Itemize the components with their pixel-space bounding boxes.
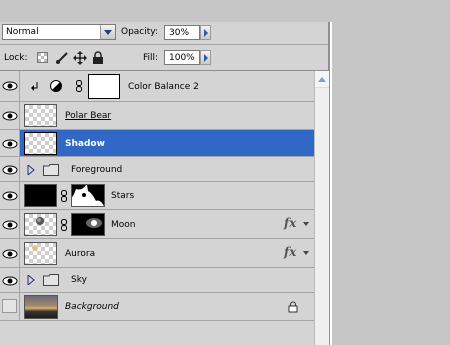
mask-link-chain-icon[interactable] — [61, 219, 67, 231]
clipping-arrow-icon — [31, 82, 38, 91]
fill-value: 100% — [169, 53, 195, 63]
eye-icon — [2, 249, 18, 259]
layer-mask-thumbnail[interactable] — [71, 213, 105, 236]
layer-row-moon[interactable]: Moon fx — [0, 210, 314, 239]
layer-row-aurora[interactable]: Aurora fx — [0, 239, 314, 268]
layer-name: Moon — [111, 220, 136, 230]
visibility-toggle[interactable] — [0, 182, 20, 209]
lock-transparent-pixels-icon[interactable] — [37, 52, 48, 63]
lock-fill-row: Lock: Fill: 100% — [0, 46, 328, 71]
visibility-toggle[interactable] — [0, 293, 20, 320]
layer-thumbnail[interactable] — [24, 104, 57, 127]
visibility-toggle[interactable] — [0, 210, 20, 238]
layer-effects-fx-icon[interactable]: fx — [284, 245, 296, 259]
mask-link-chain-icon[interactable] — [61, 190, 67, 202]
layers-list: Color Balance 2 Polar Bear Shadow Foregr… — [0, 71, 314, 345]
opacity-slider-arrow-icon[interactable] — [200, 25, 211, 40]
blend-opacity-row: Normal Opacity: 30% — [0, 22, 328, 45]
layer-name: Foreground — [71, 165, 123, 175]
expand-triangle-icon[interactable] — [27, 165, 35, 175]
expand-triangle-icon[interactable] — [27, 275, 35, 285]
layer-row-polar-bear[interactable]: Polar Bear — [0, 102, 314, 130]
layer-effects-fx-icon[interactable]: fx — [284, 216, 296, 230]
layer-row-sky-group[interactable]: Sky — [0, 268, 314, 293]
layer-row-foreground-group[interactable]: Foreground — [0, 157, 314, 182]
layers-scrollbar[interactable] — [314, 71, 329, 345]
layer-row-background[interactable]: Background — [0, 293, 314, 321]
eye-icon — [2, 276, 18, 286]
fill-slider-arrow-icon[interactable] — [200, 50, 211, 65]
adjustment-layer-icon — [50, 80, 62, 92]
layer-row-shadow[interactable]: Shadow — [0, 130, 314, 157]
lock-image-pixels-brush-icon[interactable] — [55, 51, 69, 65]
blend-mode-select[interactable]: Normal — [2, 24, 116, 40]
eye-icon — [2, 220, 18, 230]
effects-expand-arrow-icon[interactable] — [303, 222, 309, 226]
layer-thumbnail[interactable] — [24, 213, 57, 236]
folder-icon — [43, 164, 59, 176]
eye-icon — [2, 191, 18, 201]
visibility-toggle[interactable] — [0, 71, 20, 101]
scroll-up-arrow-icon[interactable] — [315, 71, 329, 88]
visibility-toggle[interactable] — [0, 239, 20, 267]
visibility-toggle[interactable] — [0, 268, 20, 292]
layer-name: Shadow — [65, 139, 105, 149]
layer-name: Color Balance 2 — [128, 82, 199, 92]
fill-label: Fill: — [143, 53, 159, 63]
layer-row-color-balance-2[interactable]: Color Balance 2 — [0, 71, 314, 102]
layer-name: Polar Bear — [65, 111, 112, 121]
mask-link-chain-icon[interactable] — [76, 80, 82, 92]
layer-name: Aurora — [65, 249, 96, 259]
layer-mask-thumbnail[interactable] — [88, 74, 120, 99]
visibility-toggle[interactable] — [0, 157, 20, 181]
eye-icon — [2, 139, 18, 149]
layer-thumbnail[interactable] — [24, 242, 57, 265]
lock-all-padlock-icon[interactable] — [92, 51, 104, 65]
panel-edge-highlight — [330, 22, 332, 345]
opacity-value: 30% — [169, 28, 190, 38]
layer-thumbnail[interactable] — [24, 184, 57, 207]
lock-label: Lock: — [4, 53, 28, 63]
layer-name: Sky — [71, 275, 87, 285]
opacity-label: Opacity: — [121, 27, 158, 37]
eye-icon — [2, 81, 18, 91]
lock-position-move-icon[interactable] — [73, 51, 87, 65]
layer-name: Background — [65, 302, 119, 312]
hidden-eye-box-icon — [2, 299, 17, 313]
eye-icon — [2, 111, 18, 121]
effects-expand-arrow-icon[interactable] — [303, 251, 309, 255]
visibility-toggle[interactable] — [0, 130, 20, 156]
fill-input[interactable]: 100% — [164, 50, 200, 65]
layer-mask-thumbnail[interactable] — [71, 184, 105, 207]
layer-name: Stars — [111, 191, 135, 201]
blend-mode-value: Normal — [6, 27, 39, 37]
lock-icon — [288, 301, 298, 313]
visibility-toggle[interactable] — [0, 102, 20, 129]
layer-thumbnail[interactable] — [24, 295, 58, 319]
folder-icon — [43, 274, 59, 286]
chevron-down-icon[interactable] — [100, 25, 115, 39]
layer-thumbnail[interactable] — [24, 132, 57, 155]
eye-icon — [2, 165, 18, 175]
opacity-input[interactable]: 30% — [164, 25, 200, 40]
layer-row-stars[interactable]: Stars — [0, 182, 314, 210]
